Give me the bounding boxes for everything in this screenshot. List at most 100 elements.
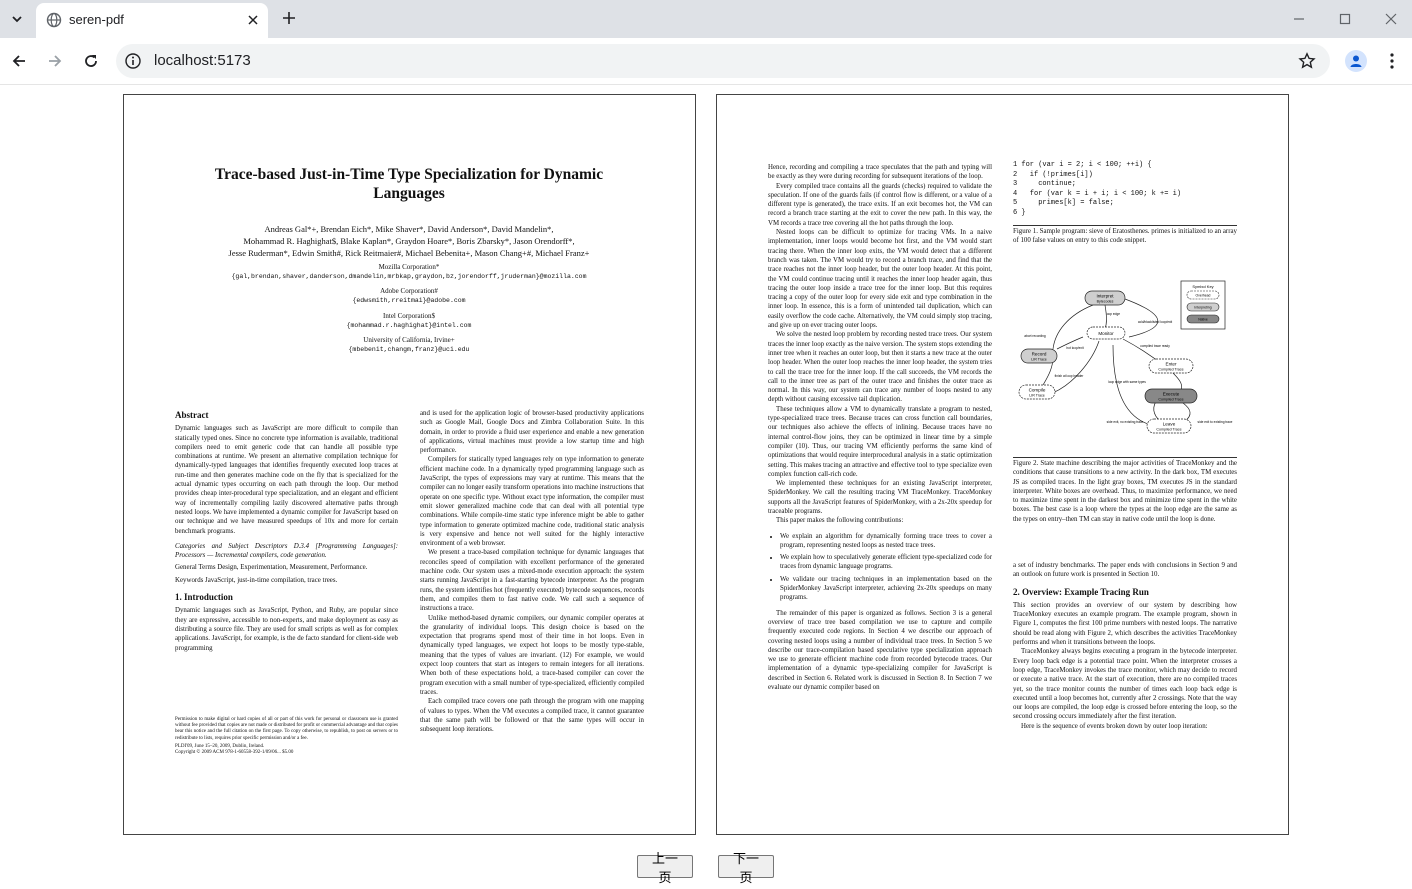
affiliation: Intel Corporation$ {mohammad.r.haghighat…: [174, 312, 644, 330]
code-line: 3 continue;: [1013, 180, 1077, 188]
affiliation-emails: {mbebenit,changm,franz}@uci.edu: [348, 346, 470, 353]
list-item: We explain an algorithm for dynamically …: [780, 532, 992, 551]
state-label: Leave: [1163, 422, 1176, 427]
profile-avatar[interactable]: [1345, 50, 1367, 72]
left-column: Hence, recording and compiling a trace s…: [768, 163, 992, 692]
prev-page-button[interactable]: 上一页: [637, 852, 693, 886]
close-icon: [248, 15, 258, 25]
code-line: 1 for (var i = 2; i < 100; ++i) {: [1013, 161, 1152, 169]
close-window-button[interactable]: [1380, 8, 1402, 30]
edge-label: cold/blacklisted loop/exit: [1138, 320, 1172, 324]
paragraph: Each compiled trace covers one path thro…: [420, 698, 644, 734]
paragraph: a set of industry benchmarks. The paper …: [1013, 562, 1237, 579]
paragraph: This section provides an overview of our…: [1013, 601, 1237, 647]
menu-button[interactable]: [1382, 50, 1402, 72]
keywords: Keywords JavaScript, just-in-time compil…: [175, 576, 338, 584]
figure-1-caption: Figure 1. Sample program: sieve of Erato…: [1013, 228, 1237, 245]
legend-item: Overhead: [1196, 294, 1211, 298]
next-page-button[interactable]: 下一页: [718, 852, 774, 886]
edge-label: loop edge: [1106, 312, 1120, 316]
edge-label: side exit to existing trace: [1198, 420, 1233, 424]
affiliation-emails: {edwsmith,rreitmai}@adobe.com: [352, 297, 466, 304]
arrow-left-icon: [12, 55, 25, 67]
state-label: Record: [1032, 352, 1047, 357]
pdf-page-2: Hence, recording and compiling a trace s…: [716, 94, 1289, 835]
paragraph: The remainder of this paper is organized…: [768, 609, 992, 692]
url-text[interactable]: localhost:5173: [154, 52, 251, 69]
active-tab[interactable]: seren-pdf: [36, 3, 268, 38]
abstract-text: Dynamic languages such as JavaScript are…: [175, 425, 398, 535]
paragraph: Unlike method-based dynamic compilers, o…: [420, 614, 644, 696]
edge-label: abort recording: [1024, 334, 1046, 338]
arrow-right-icon: [49, 55, 62, 67]
legend-item: Native: [1198, 318, 1208, 322]
chevron-down-icon: [12, 16, 22, 23]
legend-item: Interpreting: [1194, 306, 1211, 310]
tab-title: seren-pdf: [69, 12, 124, 27]
edge-label: hot loop/exit: [1066, 346, 1083, 350]
new-tab-button[interactable]: [279, 8, 299, 28]
code-line: 4 for (var k = i + i; i < 100; k += i): [1013, 189, 1182, 198]
contribution-list: We explain an algorithm for dynamically …: [768, 532, 992, 603]
paragraph: This paper makes the following contribut…: [776, 517, 904, 525]
reload-icon: [85, 55, 97, 67]
globe-icon: [46, 12, 62, 28]
affiliation: Adobe Corporation# {edwsmith,rreitmai}@a…: [174, 287, 644, 305]
intro-heading: 1. Introduction: [175, 592, 233, 603]
plus-icon: [283, 12, 295, 24]
edge-label: compiled trace ready: [1140, 344, 1170, 348]
maximize-button[interactable]: [1334, 8, 1356, 30]
paragraph: Compilers for statically typed languages…: [420, 456, 644, 548]
edge-label: finish at loop header: [1055, 374, 1085, 378]
general-terms: General Terms Design, Experimentation, M…: [175, 564, 368, 572]
categories: Categories and Subject Descriptors D.3.4…: [175, 542, 398, 560]
paragraph: We solve the nested loop problem by reco…: [768, 331, 992, 404]
affiliation-emails: {mohammad.r.haghighat}@intel.com: [346, 322, 472, 329]
edge-label: side exit, no existing trace: [1107, 420, 1144, 424]
maximize-icon: [1339, 13, 1351, 25]
affiliation: Mozilla Corporation* {gal,brendan,shaver…: [174, 263, 644, 281]
code-listing: 1 for (var i = 2; i < 100; ++i) {2 if (!…: [1013, 161, 1181, 218]
code-line: 6 }: [1013, 208, 1026, 217]
tab-close-button[interactable]: [244, 11, 262, 29]
code-line: 5 primes[k] = false;: [1013, 199, 1114, 207]
tab-strip: seren-pdf: [0, 0, 1412, 38]
browser-toolbar: localhost:5173: [0, 38, 1412, 85]
minimize-button[interactable]: [1288, 8, 1310, 30]
back-button[interactable]: [8, 50, 30, 72]
tab-search-button[interactable]: [6, 8, 28, 30]
edge-label: loop edge with same types: [1108, 380, 1146, 384]
right-column: and is used for the application logic of…: [420, 409, 644, 734]
close-icon: [1385, 13, 1397, 25]
address-bar[interactable]: localhost:5173: [116, 44, 1330, 78]
minimize-icon: [1294, 18, 1304, 20]
abstract-heading: Abstract: [175, 410, 209, 420]
affiliation: University of California, Irvine+ {mbebe…: [174, 336, 644, 354]
right-column: a set of industry benchmarks. The paper …: [1013, 561, 1237, 731]
info-icon[interactable]: [124, 52, 142, 70]
author-line: Jesse Ruderman*, Edwin Smith#, Rick Reit…: [228, 248, 590, 258]
paragraph: Here is the sequence of events broken do…: [1021, 722, 1208, 730]
state-label: Monitor: [1098, 331, 1114, 336]
intro-text: Dynamic languages such as JavaScript, Py…: [175, 607, 398, 652]
state-sublabel: Bytecodes: [1097, 300, 1114, 304]
author-line: Mohammad R. Haghighat$, Blake Kaplan*, G…: [243, 236, 575, 246]
star-icon[interactable]: [1298, 52, 1316, 70]
state-label: Compile: [1029, 388, 1046, 393]
reload-button[interactable]: [80, 50, 102, 72]
paragraph: and is used for the application logic of…: [420, 410, 644, 455]
left-column: Abstract Dynamic languages such as JavaS…: [175, 407, 398, 653]
state-label: Interpret: [1096, 294, 1114, 299]
paragraph: Nested loops can be difficult to optimiz…: [768, 229, 992, 330]
list-item: We validate our tracing techniques in an…: [780, 575, 992, 603]
state-sublabel: LIR Trace: [1029, 394, 1045, 398]
pdf-page-1: Trace-based Just-in-Time Type Specializa…: [123, 94, 696, 835]
state-sublabel: Compiled Trace: [1158, 398, 1183, 402]
code-line: 2 if (!primes[i]): [1013, 170, 1093, 179]
section-heading: 2. Overview: Example Tracing Run: [1013, 586, 1149, 597]
affiliation-name: Mozilla Corporation*: [378, 263, 440, 271]
forward-button[interactable]: [44, 50, 66, 72]
more-vertical-icon: [1390, 53, 1394, 69]
author-line: Andreas Gal*+, Brendan Eich*, Mike Shave…: [264, 224, 554, 234]
paragraph: Every compiled trace contains all the gu…: [768, 182, 992, 227]
